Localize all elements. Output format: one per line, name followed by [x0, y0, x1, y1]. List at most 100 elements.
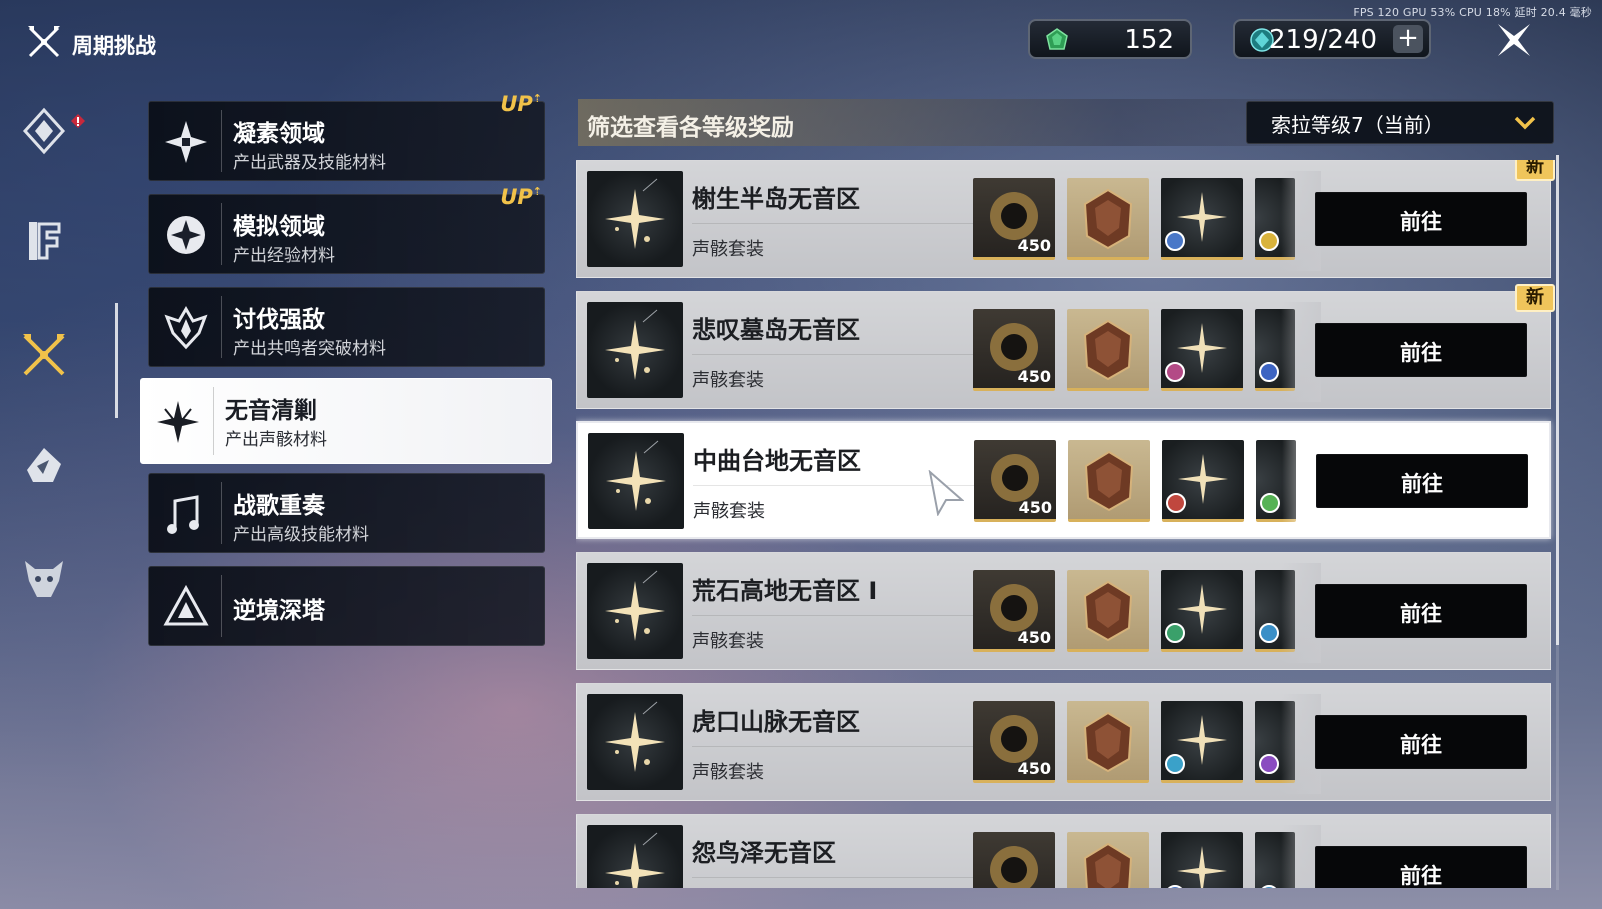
- category-boss[interactable]: 讨伐强敌 产出共鸣者突破材料: [148, 287, 545, 367]
- up-badge: UP⇡: [500, 92, 542, 116]
- reward-shell-credit[interactable]: 450: [973, 570, 1055, 652]
- reward-echo[interactable]: [1161, 309, 1243, 391]
- element-badge-icon: [1259, 754, 1279, 774]
- domain-subtitle: 声骸套装: [692, 239, 764, 260]
- demon-mask-icon[interactable]: [19, 553, 69, 603]
- element-badge-icon: [1259, 362, 1279, 382]
- reward-echo[interactable]: [1161, 832, 1243, 888]
- add-waveplate-button[interactable]: +: [1393, 25, 1423, 53]
- goto-button[interactable]: 前往: [1315, 323, 1527, 377]
- domain-row[interactable]: 中曲台地无音区 声骸套装 450 前往: [576, 421, 1551, 539]
- reward-shell-credit[interactable]: 450: [973, 309, 1055, 391]
- category-forgery[interactable]: 凝素领域 产出武器及技能材料 UP⇡: [148, 92, 545, 181]
- category-tacet-field[interactable]: 无音清剿 产出声骸材料: [140, 378, 552, 464]
- rail-active-indicator: [115, 303, 118, 418]
- category-simulation[interactable]: 模拟领域 产出经验材料 UP⇡: [148, 185, 545, 274]
- domain-subtitle: 声骸套装: [693, 501, 765, 522]
- level-dropdown[interactable]: 索拉等级7（当前）: [1246, 101, 1554, 144]
- sparkle-icon: [605, 832, 665, 888]
- domain-row[interactable]: 悲叹墓岛无音区 声骸套装 450 前往 新: [576, 284, 1555, 409]
- category-weekly-challenge[interactable]: 战歌重奏 产出高级技能材料: [148, 473, 545, 553]
- element-badge-icon: [1259, 623, 1279, 643]
- reward-echo[interactable]: [1162, 440, 1244, 522]
- reward-echo[interactable]: [1161, 178, 1243, 260]
- reward-echo-chest[interactable]: [1067, 701, 1149, 783]
- element-badge-icon: [1260, 493, 1280, 513]
- page-title: 周期挑战: [72, 34, 156, 58]
- tacet-thumbnail: [587, 302, 683, 398]
- reward-echo[interactable]: [1161, 570, 1243, 652]
- mouse-cursor-icon: [928, 470, 964, 516]
- domain-list: 榭生半岛无音区 声骸套装 450 前往新悲叹墓岛无音区 声骸套装 450 前往新中曲台地无音…: [576, 160, 1556, 888]
- element-badge-icon: [1165, 623, 1185, 643]
- domain-name: 虎口山脉无音区: [692, 708, 860, 736]
- close-icon[interactable]: [1492, 18, 1536, 62]
- hexagon-core-icon: [167, 216, 205, 254]
- crystal-chest-icon: [1083, 580, 1133, 642]
- tacet-thumbnail: [587, 171, 683, 267]
- sparkle-icon: [1177, 846, 1227, 888]
- domain-name: 荒石高地无音区 I: [692, 577, 878, 605]
- green-crystal-icon: [1046, 28, 1068, 50]
- sparkle-icon: [605, 178, 665, 249]
- element-badge-icon: [1166, 493, 1186, 513]
- scrollbar-thumb[interactable]: [1556, 155, 1559, 645]
- tacet-thumbnail: [587, 563, 683, 659]
- category-tower[interactable]: 逆境深塔: [148, 566, 545, 646]
- domain-subtitle: 声骸套装: [692, 631, 764, 652]
- four-point-star-icon: [157, 401, 199, 443]
- domain-subtitle: 声骸套装: [692, 370, 764, 391]
- reward-echo-chest[interactable]: [1067, 178, 1149, 260]
- waveplate-currency: 219/240 +: [1233, 19, 1431, 59]
- gear-ring-icon: [990, 846, 1038, 888]
- performance-overlay: FPS 120 GPU 53% CPU 18% 延时 20.4 毫秒: [1353, 6, 1592, 19]
- crystal-chest-icon: [1083, 842, 1133, 888]
- goto-button[interactable]: 前往: [1316, 454, 1528, 508]
- element-badge-icon: [1259, 885, 1279, 888]
- element-badge-icon: [1165, 362, 1185, 382]
- goto-button[interactable]: 前往: [1315, 846, 1527, 888]
- sparkle-icon: [605, 570, 665, 641]
- crossed-swords-icon: [28, 26, 60, 58]
- quest-book-icon[interactable]: [19, 216, 69, 266]
- reward-echo-chest[interactable]: [1067, 570, 1149, 652]
- reward-echo-chest[interactable]: [1068, 440, 1150, 522]
- element-badge-icon: [1165, 754, 1185, 774]
- crystal-chest-icon: [1083, 711, 1133, 773]
- crystal-chest-icon: [1084, 450, 1134, 512]
- up-badge: UP⇡: [500, 185, 542, 209]
- tacet-thumbnail: [587, 694, 683, 790]
- reward-echo[interactable]: [1161, 701, 1243, 783]
- reward-echo-chest[interactable]: [1067, 309, 1149, 391]
- crystal-chest-icon: [1083, 319, 1133, 381]
- crystal-currency: 152: [1028, 19, 1192, 59]
- domain-subtitle: 声骸套装: [692, 762, 764, 783]
- reward-shell-credit[interactable]: 450: [974, 440, 1056, 522]
- goto-button[interactable]: 前往: [1315, 584, 1527, 638]
- compass-icon[interactable]: [19, 106, 69, 156]
- sparkle-icon: [606, 440, 666, 511]
- crystal-cluster-icon: [165, 121, 207, 163]
- triangle-tower-icon: [163, 584, 209, 626]
- alert-icon: [71, 114, 85, 128]
- dragon-head-icon[interactable]: [19, 440, 69, 490]
- reward-shell-credit[interactable]: 450: [973, 701, 1055, 783]
- goto-button[interactable]: 前往: [1315, 192, 1527, 246]
- tacet-thumbnail: [587, 825, 683, 888]
- domain-row[interactable]: 荒石高地无音区 I 声骸套装 450 前往: [576, 552, 1551, 670]
- domain-row[interactable]: 怨鸟泽无音区声骸套装450前往: [576, 814, 1551, 888]
- element-badge-icon: [1259, 231, 1279, 251]
- goto-button[interactable]: 前往: [1315, 715, 1527, 769]
- filter-label: 筛选查看各等级奖励: [587, 115, 794, 141]
- domain-name: 怨鸟泽无音区: [692, 839, 836, 867]
- domain-row[interactable]: 榭生半岛无音区 声骸套装 450 前往 新: [576, 160, 1555, 278]
- reward-shell-credit[interactable]: 450: [973, 832, 1055, 888]
- crossed-swords-icon[interactable]: [19, 330, 69, 380]
- domain-name: 悲叹墓岛无音区: [692, 316, 860, 344]
- domain-row[interactable]: 虎口山脉无音区声骸套装 450 前往: [576, 683, 1551, 801]
- flame-crest-icon: [164, 306, 208, 350]
- crystal-chest-icon: [1083, 188, 1133, 250]
- reward-echo-chest[interactable]: [1067, 832, 1149, 888]
- reward-shell-credit[interactable]: 450: [973, 178, 1055, 260]
- new-badge: 新: [1515, 160, 1555, 181]
